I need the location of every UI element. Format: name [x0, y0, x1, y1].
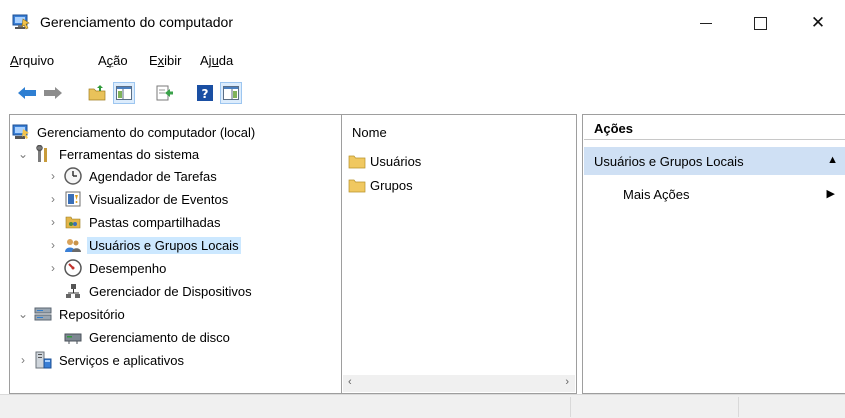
horizontal-scrollbar[interactable]: ‹ ›	[343, 375, 575, 392]
svg-text:?: ?	[202, 87, 209, 101]
up-one-level-button[interactable]	[86, 82, 108, 104]
export-list-icon	[156, 85, 173, 101]
minimize-button[interactable]	[683, 8, 729, 38]
minimize-icon	[700, 22, 712, 24]
tree-item-event-viewer[interactable]: › Visualizador de Eventos	[46, 188, 230, 210]
chevron-right-icon[interactable]: ›	[46, 261, 60, 275]
submenu-arrow-icon[interactable]: ▶	[827, 187, 835, 200]
chevron-right-icon[interactable]: ›	[46, 215, 60, 229]
tree-item-shared-folders[interactable]: › Pastas compartilhadas	[46, 211, 223, 233]
tree-label-local-users-groups: Usuários e Grupos Locais	[87, 236, 241, 254]
actions-section-local-users-groups[interactable]: Usuários e Grupos Locais ▲	[584, 147, 845, 175]
menu-ajuda[interactable]: Ajuda	[200, 53, 233, 68]
tree-label-performance: Desempenho	[89, 260, 167, 276]
export-list-button[interactable]	[154, 82, 176, 104]
menu-arquivo[interactable]: Arquivo	[10, 53, 54, 68]
services-icon	[34, 351, 52, 369]
chevron-right-icon[interactable]: ›	[46, 238, 60, 252]
tree-label-event-viewer: Visualizador de Eventos	[89, 191, 229, 207]
actions-pane: Ações Usuários e Grupos Locais ▲ Mais Aç…	[582, 114, 845, 394]
toolbar: ?	[0, 78, 845, 108]
window-title: Gerenciamento do computador	[40, 14, 233, 30]
up-folder-icon	[88, 85, 106, 101]
computer-management-icon	[12, 14, 30, 30]
tree-label-task-scheduler: Agendador de Tarefas	[89, 168, 217, 184]
help-icon: ?	[197, 85, 213, 101]
show-hide-tree-icon	[116, 86, 132, 100]
title-bar: Gerenciamento do computador ✕	[0, 0, 845, 46]
tree-item-root[interactable]: Gerenciamento do computador (local)	[12, 121, 257, 143]
status-bar	[0, 394, 845, 418]
scroll-left-icon[interactable]: ‹	[348, 376, 352, 388]
tree-item-disk-management[interactable]: Gerenciamento de disco	[46, 326, 232, 348]
computer-management-icon	[12, 123, 30, 141]
list-item-label: Grupos	[370, 177, 413, 193]
actions-section-label: Usuários e Grupos Locais	[594, 154, 744, 169]
chevron-right-icon[interactable]: ›	[46, 169, 60, 183]
menu-exibir[interactable]: Exibir	[149, 53, 182, 68]
tree-item-performance[interactable]: › Desempenho	[46, 257, 168, 279]
tools-icon	[34, 145, 52, 163]
storage-icon	[34, 305, 52, 323]
chevron-down-icon[interactable]: ⌄	[16, 307, 30, 321]
back-button[interactable]	[16, 82, 38, 104]
close-icon: ✕	[810, 13, 826, 32]
tree-item-local-users-groups[interactable]: › Usuários e Grupos Locais	[46, 234, 241, 256]
menu-bar: Arquivo Ação Exibir Ajuda	[0, 50, 845, 72]
chevron-right-icon[interactable]: ›	[16, 353, 30, 367]
close-button[interactable]: ✕	[795, 8, 841, 38]
tree-label-system-tools: Ferramentas do sistema	[59, 146, 200, 162]
tree-label-root: Gerenciamento do computador (local)	[37, 124, 256, 140]
folder-icon	[348, 179, 366, 193]
column-header-name[interactable]: Nome	[352, 125, 387, 140]
show-hide-action-pane-icon	[223, 86, 239, 100]
forward-arrow-icon	[44, 87, 62, 99]
performance-gauge-icon	[64, 259, 82, 277]
tree-item-system-tools[interactable]: ⌄ Ferramentas do sistema	[16, 143, 201, 165]
menu-acao[interactable]: Ação	[98, 53, 128, 68]
chevron-right-icon[interactable]: ›	[46, 192, 60, 206]
actions-header: Ações	[584, 116, 845, 140]
disk-icon	[64, 328, 82, 346]
show-hide-action-pane-button[interactable]	[220, 82, 242, 104]
event-viewer-icon	[64, 190, 82, 208]
back-arrow-icon	[18, 87, 36, 99]
tree-item-task-scheduler[interactable]: › Agendador de Tarefas	[46, 165, 219, 187]
status-divider	[738, 397, 739, 417]
tree-label-disk-management: Gerenciamento de disco	[89, 329, 230, 345]
show-hide-tree-button[interactable]	[113, 82, 135, 104]
list-item-users[interactable]: Usuários	[348, 153, 421, 169]
results-pane: Nome Usuários Grupos ‹ ›	[341, 114, 577, 394]
shared-folder-icon	[64, 213, 82, 231]
collapse-triangle-icon[interactable]: ▲	[827, 154, 838, 166]
console-tree-pane: Gerenciamento do computador (local) ⌄ Fe…	[9, 114, 342, 394]
device-manager-icon	[64, 282, 82, 300]
tree-item-services-apps[interactable]: › Serviços e aplicativos	[16, 349, 186, 371]
status-divider	[570, 397, 571, 417]
chevron-down-icon[interactable]: ⌄	[16, 147, 30, 161]
scroll-right-icon[interactable]: ›	[565, 376, 569, 388]
clock-icon	[64, 167, 82, 185]
tree-label-shared-folders: Pastas compartilhadas	[89, 214, 221, 230]
folder-icon	[348, 155, 366, 169]
list-item-groups[interactable]: Grupos	[348, 177, 413, 193]
users-icon	[64, 236, 82, 254]
maximize-button[interactable]	[737, 8, 783, 38]
forward-button[interactable]	[42, 82, 64, 104]
tree-label-services-apps: Serviços e aplicativos	[59, 352, 184, 368]
tree-item-storage[interactable]: ⌄ Repositório	[16, 303, 127, 325]
more-actions-item[interactable]: Mais Ações	[623, 187, 689, 202]
maximize-icon	[753, 16, 767, 30]
list-item-label: Usuários	[370, 153, 422, 169]
tree-label-storage: Repositório	[59, 306, 125, 322]
tree-item-device-manager[interactable]: Gerenciador de Dispositivos	[46, 280, 254, 302]
help-button[interactable]: ?	[194, 82, 216, 104]
tree-label-device-manager: Gerenciador de Dispositivos	[89, 283, 252, 299]
